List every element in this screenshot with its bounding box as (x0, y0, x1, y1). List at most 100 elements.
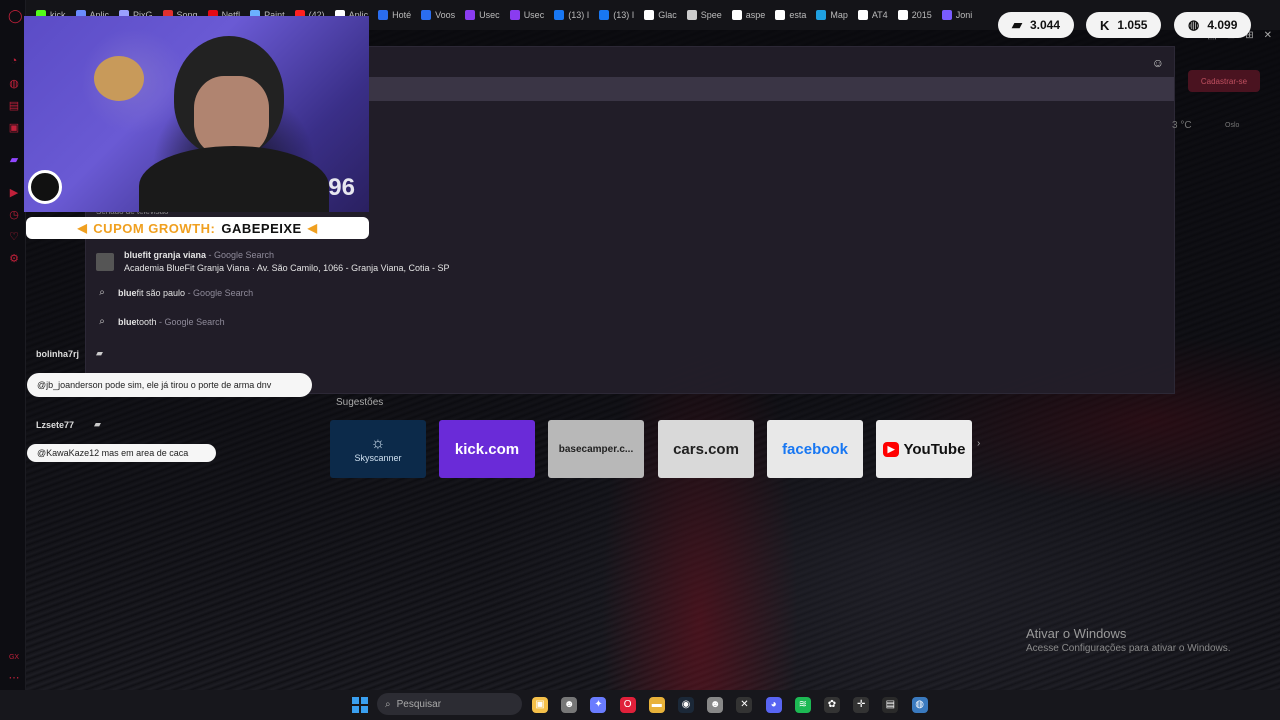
suggestion-bold: blue (118, 316, 137, 327)
weather-temp: 3 °C (1172, 120, 1192, 131)
speed-dial-tile[interactable]: cars.com (658, 420, 754, 478)
browser-tab[interactable]: Map (812, 4, 852, 26)
browser-sidebar: ◯ ◔ ◍ ▤ ▣ ▰ ▶ ◷ ♡ ⚙ GX ⋯ (0, 0, 26, 690)
suggestion-search[interactable]: ⌕ bluefit são paulo - Google Search (96, 287, 253, 298)
coupon-label: CUPOM GROWTH: (93, 220, 216, 236)
fish-icon: ◀ (77, 221, 88, 235)
speed-dial-tile[interactable]: facebook (767, 420, 863, 478)
sidebar-more-icon[interactable]: ⋯ (8, 672, 20, 684)
weather-city: Oslo (1225, 122, 1240, 129)
activate-windows-subtitle[interactable]: Acesse Configurações para ativar o Windo… (1026, 643, 1231, 654)
speed-dial-label: kick.com (454, 440, 520, 458)
chat-username: Lzsete77 (36, 420, 75, 430)
fish-icon: ◀ (307, 221, 318, 235)
speed-dial-tile[interactable]: basecamper.c... (548, 420, 644, 478)
discord-icon[interactable]: ◕ (765, 697, 782, 713)
tab-label: Map (830, 10, 848, 20)
youtube-play-icon: ▶ (882, 441, 900, 457)
browser-tab[interactable]: Spee (683, 4, 726, 26)
chat-message: @KawaKaze12 mas em area de caca (27, 444, 216, 462)
opera-logo-icon[interactable]: ◯ (8, 9, 23, 22)
speed-dial-label: cars.com (673, 440, 739, 458)
spotify-icon[interactable]: ≋ (794, 697, 811, 713)
tab-favicon-icon (378, 10, 389, 20)
speed-dial-tile[interactable]: ▶ YouTube (876, 420, 972, 478)
opera-icon[interactable]: O (619, 697, 636, 713)
search-icon: ⌕ (99, 287, 105, 298)
browser-tab[interactable]: Hoté (374, 4, 415, 26)
sidebar-mail-icon[interactable]: ▣ (8, 122, 20, 134)
folder-icon[interactable]: ▬ (648, 697, 665, 713)
twitch-badge-icon: ▰ (96, 348, 103, 358)
sidebar-history-icon[interactable]: ◷ (8, 209, 20, 221)
streamer-face (194, 76, 269, 156)
total-viewers-pill: ◍ 4.099 (1174, 12, 1252, 38)
tab-favicon-icon (554, 10, 565, 20)
taskbar-search[interactable]: ⌕ Pesquisar (377, 693, 522, 715)
browser-tab[interactable]: Glac (640, 4, 681, 26)
kick-viewers-pill: K 1.055 (1086, 12, 1162, 38)
twitch-viewers-count: 3.044 (1030, 18, 1061, 32)
coupon-banner: ◀ CUPOM GROWTH: GABEPEIXE ◀ (26, 217, 369, 239)
tab-label: Voos (435, 10, 456, 20)
browser-tab[interactable]: (13) I (595, 4, 638, 26)
sidebar-bookmark-icon[interactable]: ♡ (8, 231, 20, 243)
browser-tab[interactable]: (13) I (550, 4, 593, 26)
sidebar-chat-icon[interactable]: ▤ (8, 100, 20, 112)
search-icon: ⌕ (385, 698, 391, 710)
sidebar-twitch-icon[interactable]: ▰ (8, 154, 20, 166)
tab-favicon-icon (816, 10, 827, 20)
sidebar-player-icon[interactable]: ▶ (8, 187, 20, 199)
coupon-code: GABEPEIXE (221, 220, 302, 236)
speed-dial-tile[interactable]: kick.com (439, 420, 535, 478)
terminal-icon[interactable]: ▤ (882, 697, 899, 713)
app2-icon[interactable]: ✛ (853, 697, 870, 713)
suggestion-search[interactable]: ⌕ bluetooth - Google Search (96, 316, 224, 327)
speed-dial-tile[interactable]: ☼ Skyscanner (330, 420, 426, 478)
browser-tab[interactable]: Voos (417, 4, 459, 26)
emoji-icon[interactable]: ☺ (1152, 56, 1164, 70)
globe-icon[interactable]: ◍ (911, 697, 928, 713)
sidebar-aria-icon[interactable]: ◔ (8, 55, 20, 67)
tab-label: esta (789, 10, 807, 20)
tab-favicon-icon (775, 10, 786, 20)
browser-tab[interactable]: AT4 (854, 4, 892, 26)
suggestion-rest: fit são paulo (136, 287, 186, 298)
suggestion-title: bluefit granja viana (124, 250, 207, 260)
streamer-body (139, 146, 329, 212)
browser-tab[interactable]: Usec (506, 4, 549, 26)
windows-start-icon[interactable] (352, 697, 368, 713)
tab-label: (13) I (568, 10, 590, 20)
sidebar-gx-icon[interactable]: GX (8, 652, 20, 664)
tab-favicon-icon (644, 10, 655, 20)
capcut-icon[interactable]: ✕ (736, 697, 753, 713)
steam-icon[interactable]: ◉ (678, 697, 694, 713)
signup-button[interactable]: Cadastrar-se (1188, 70, 1260, 92)
browser-tab[interactable]: aspe (728, 4, 770, 26)
place-thumbnail-icon (96, 252, 114, 271)
tab-label: (13) I (613, 10, 635, 20)
close-icon[interactable]: ✕ (1264, 30, 1272, 41)
tab-label: Joni (955, 10, 973, 20)
tab-favicon-icon (686, 10, 697, 20)
sidebar-settings-icon[interactable]: ⚙ (8, 253, 20, 265)
suggestion-place[interactable]: bluefit granja viana - Google Search Aca… (96, 250, 450, 273)
browser-tab[interactable]: Joni (938, 4, 977, 26)
suggestion-source: - Google Search (185, 287, 254, 298)
activate-windows-title: Ativar o Windows (1026, 626, 1127, 641)
chat-message: @jb_joanderson pode sim, ele já tirou o … (27, 373, 312, 397)
notes-icon[interactable]: ☻ (561, 697, 578, 713)
browser-tab[interactable]: esta (771, 4, 810, 26)
chevron-right-icon[interactable]: › (977, 438, 980, 449)
browser-tab[interactable]: 2015 (894, 4, 936, 26)
chatgpt-icon[interactable]: ✿ (824, 697, 840, 713)
speed-dial-label: basecamper.c... (558, 443, 634, 455)
file-explorer-icon[interactable]: ▣ (532, 697, 548, 713)
speed-dial-label: YouTube (903, 440, 966, 458)
tab-favicon-icon (941, 10, 952, 20)
app-icon[interactable]: ☻ (707, 697, 724, 713)
sidebar-messenger-icon[interactable]: ◍ (8, 78, 20, 90)
copilot-icon[interactable]: ✦ (590, 697, 607, 713)
chat-username: bolinha7rj (36, 349, 80, 359)
browser-tab[interactable]: Usec (461, 4, 504, 26)
